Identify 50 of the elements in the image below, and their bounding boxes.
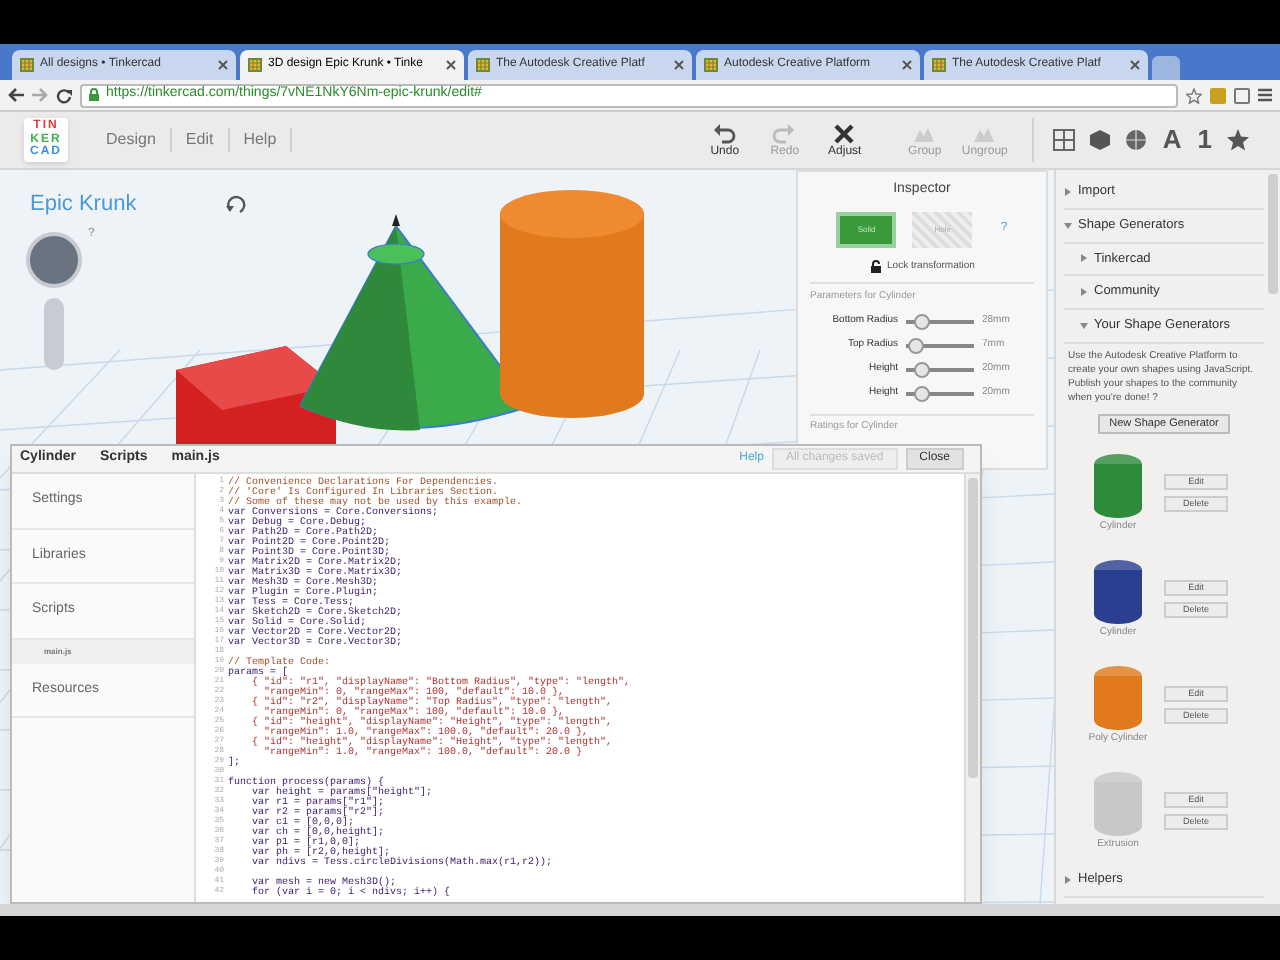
menu-item[interactable]: Edit (171, 128, 230, 152)
slider-thumb[interactable] (908, 337, 925, 353)
cylinder-icon (1092, 769, 1144, 837)
close-icon (446, 60, 456, 70)
star-icon (1186, 87, 1202, 103)
tab-favicon-icon (932, 58, 946, 72)
reload-icon (56, 87, 72, 103)
collapsed-caret-icon (1080, 288, 1088, 297)
expanded-caret-icon (1080, 321, 1088, 330)
view-compass-control[interactable] (26, 232, 82, 288)
scrollbar-thumb[interactable] (1268, 174, 1278, 294)
cylinder-icon (1092, 557, 1144, 625)
close-icon (1130, 60, 1140, 70)
menu-item[interactable]: Design (92, 128, 172, 152)
redo-icon (772, 122, 797, 146)
collapsed-caret-icon (1080, 254, 1088, 263)
cylinder-icon (1092, 663, 1144, 731)
padlock-icon (869, 259, 882, 274)
close-icon (218, 60, 228, 70)
star-icon (1226, 128, 1250, 152)
expanded-caret-icon (1064, 221, 1072, 230)
new-tab-button[interactable] (1152, 56, 1180, 80)
collapsed-caret-icon (1064, 187, 1072, 196)
scrollbar-thumb[interactable] (968, 478, 978, 778)
slider-thumb[interactable] (913, 361, 930, 377)
design-title: Epic Krunk (30, 190, 137, 220)
tab-favicon-icon (248, 58, 262, 72)
cube-icon (1088, 128, 1113, 152)
tab-favicon-icon (20, 58, 34, 72)
slider-thumb[interactable] (913, 385, 930, 401)
tab-favicon-icon (476, 58, 490, 72)
adjust-icon (832, 122, 857, 146)
view-icon (1052, 128, 1077, 152)
menu-icon (1258, 88, 1272, 102)
lock-icon (88, 88, 100, 102)
menu-item[interactable]: Help (229, 128, 293, 152)
toolbar-glyph[interactable]: 1 (1197, 120, 1212, 160)
close-icon (674, 60, 684, 70)
forward-icon (32, 88, 48, 102)
undo-icon (712, 122, 737, 146)
slider-thumb[interactable] (913, 313, 930, 329)
toolbar-glyph[interactable]: A (1162, 120, 1182, 160)
cylinder-icon (1092, 451, 1144, 519)
tab-favicon-icon (704, 58, 718, 72)
zoom-control[interactable] (44, 298, 64, 370)
collapsed-caret-icon (1064, 875, 1072, 884)
rotate-icon (226, 194, 246, 214)
close-icon (902, 60, 912, 70)
back-icon (8, 88, 24, 102)
sphere-icon (1124, 128, 1149, 152)
